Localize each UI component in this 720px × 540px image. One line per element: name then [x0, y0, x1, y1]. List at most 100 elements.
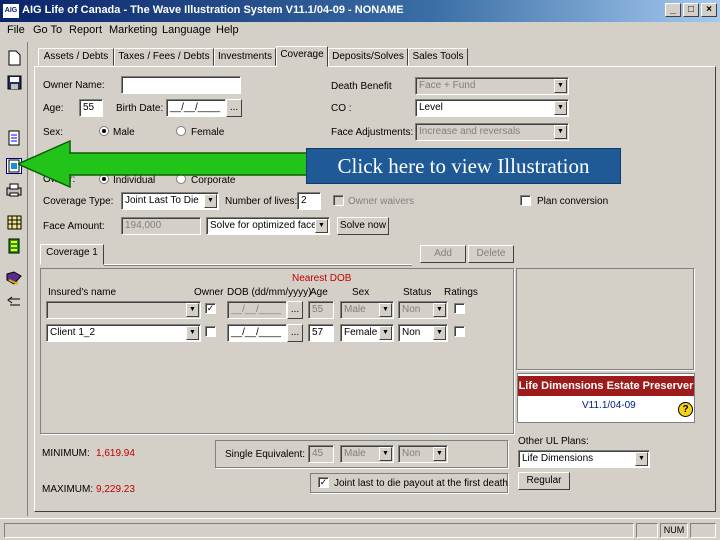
sex-male-label: Male: [113, 127, 135, 138]
callout-arrow-icon: [18, 140, 318, 188]
view-illustration-callout[interactable]: Click here to view Illustration: [306, 148, 621, 184]
owner-checkbox[interactable]: ✓: [205, 303, 216, 314]
status-value: Non: [402, 327, 421, 338]
coi-value: Level: [419, 102, 443, 113]
solve-type-value: Solve for optimized face: [210, 220, 317, 231]
chevron-down-icon: ▼: [204, 194, 217, 208]
chevron-down-icon: ▼: [433, 447, 446, 461]
owner-name-label: Owner Name:: [43, 80, 105, 91]
minimum-value: 1,619.94: [96, 448, 135, 459]
coverage-type-select[interactable]: Joint Last To Die ▼: [121, 192, 219, 210]
ratings-checkbox[interactable]: [454, 326, 465, 337]
product-version: V11.1/04-09: [582, 400, 636, 411]
face-adjustments-label: Face Adjustments:: [331, 127, 414, 138]
num-lives-label: Number of lives:: [225, 196, 298, 207]
window-title: AIG Life of Canada - The Wave Illustrati…: [22, 4, 404, 16]
tab-deposits-solves[interactable]: Deposits/Solves: [328, 48, 408, 66]
sex-header: Sex: [352, 287, 370, 298]
dob-picker-button[interactable]: ...: [287, 324, 303, 342]
chart-icon[interactable]: [6, 238, 22, 254]
face-amount-input[interactable]: 194,000: [121, 217, 201, 235]
insured-name-value: Client 1_2: [50, 327, 96, 338]
chevron-down-icon: ▼: [554, 101, 567, 115]
single-equivalent-sex-select[interactable]: Male ▼: [340, 445, 394, 463]
ratings-checkbox[interactable]: [454, 303, 465, 314]
save-icon[interactable]: [6, 74, 22, 90]
menu-marketing[interactable]: Marketing: [109, 24, 157, 36]
chevron-down-icon: ▼: [315, 219, 328, 233]
close-button[interactable]: ×: [701, 3, 717, 17]
status-select[interactable]: Non ▼: [398, 301, 448, 319]
face-adjustments-select[interactable]: Increase and reversals ▼: [415, 123, 569, 141]
tab-sales-tools[interactable]: Sales Tools: [408, 48, 468, 66]
tab-taxes-fees-debts[interactable]: Taxes / Fees / Debts: [114, 48, 214, 66]
chevron-down-icon: ▼: [379, 447, 392, 461]
dob-picker-button[interactable]: ...: [287, 301, 303, 319]
single-equivalent-sex-value: Male: [344, 448, 366, 459]
menu-go-to[interactable]: Go To: [33, 24, 62, 36]
dob-input[interactable]: __/__/____: [227, 301, 287, 319]
insured-name-select[interactable]: Client 1_2 ▼: [46, 324, 201, 342]
sex-select[interactable]: Female ▼: [340, 324, 394, 342]
ratings-header: Ratings: [444, 287, 478, 298]
coverage-tab-divider: [104, 264, 412, 266]
menu-file[interactable]: File: [7, 24, 25, 36]
sex-female-label: Female: [191, 127, 225, 138]
sex-female-radio[interactable]: [176, 126, 186, 136]
coi-select[interactable]: Level ▼: [415, 99, 569, 117]
single-equivalent-status-select[interactable]: Non ▼: [398, 445, 448, 463]
age-input[interactable]: 55: [79, 99, 103, 117]
other-plans-select[interactable]: Life Dimensions ▼: [518, 450, 650, 468]
dob-header: DOB (dd/mm/yyyy): [227, 287, 312, 298]
plan-conversion-checkbox[interactable]: [520, 195, 531, 206]
birth-date-label: Birth Date:: [116, 103, 164, 114]
maximum-value: 9,229.23: [96, 484, 135, 495]
maximize-button[interactable]: □: [683, 3, 699, 17]
death-benefit-select[interactable]: Face + Fund ▼: [415, 77, 569, 95]
menu-help[interactable]: Help: [216, 24, 239, 36]
joint-payout-checkbox[interactable]: ✓: [318, 477, 329, 488]
chevron-down-icon: ▼: [635, 452, 648, 466]
owner-waivers-label: Owner waivers: [348, 196, 415, 207]
chevron-down-icon: ▼: [554, 79, 567, 93]
age-value[interactable]: 57: [308, 324, 334, 342]
sex-select[interactable]: Male ▼: [340, 301, 394, 319]
help-icon[interactable]: ?: [678, 402, 693, 417]
num-lives-input[interactable]: 2: [297, 192, 321, 210]
age-value[interactable]: 55: [308, 301, 334, 319]
calculator-icon[interactable]: [6, 214, 22, 230]
status-caps-pane: [636, 523, 658, 538]
tab-coverage-1[interactable]: Coverage 1: [40, 244, 104, 265]
insured-name-header: Insured's name: [48, 287, 117, 298]
new-icon[interactable]: [6, 50, 22, 66]
tab-investments[interactable]: Investments: [214, 48, 276, 66]
birth-date-picker-button[interactable]: ...: [226, 99, 242, 117]
owner-waivers-checkbox[interactable]: [333, 195, 344, 206]
solve-now-button[interactable]: Solve now: [337, 217, 389, 235]
regular-button[interactable]: Regular: [518, 472, 570, 490]
minimize-button[interactable]: _: [665, 3, 681, 17]
menu-bar: File Go To Report Marketing Language Hel…: [0, 22, 720, 40]
owner-checkbox[interactable]: [205, 326, 216, 337]
book-icon[interactable]: [6, 270, 22, 286]
birth-date-input[interactable]: __/__/____: [166, 99, 226, 117]
face-adjustments-value: Increase and reversals: [419, 126, 521, 137]
insured-name-select[interactable]: ▼: [46, 301, 201, 319]
title-bar: AIG AIG Life of Canada - The Wave Illust…: [0, 0, 720, 22]
tab-coverage[interactable]: Coverage: [276, 46, 328, 67]
tab-assets-debts[interactable]: Assets / Debts: [38, 48, 114, 66]
dob-input[interactable]: __/__/____: [227, 324, 287, 342]
status-message-pane: [4, 523, 634, 538]
menu-report[interactable]: Report: [69, 24, 102, 36]
back-arrow-icon[interactable]: [6, 294, 22, 310]
joint-payout-label: Joint last to die payout at the first de…: [334, 478, 508, 489]
sex-label: Sex:: [43, 127, 64, 138]
add-coverage-button[interactable]: Add: [420, 245, 466, 263]
owner-name-input[interactable]: [121, 76, 241, 94]
status-select[interactable]: Non ▼: [398, 324, 448, 342]
solve-type-select[interactable]: Solve for optimized face ▼: [206, 217, 330, 235]
single-equivalent-age[interactable]: 45: [308, 445, 334, 463]
delete-coverage-button[interactable]: Delete: [468, 245, 514, 263]
sex-male-radio[interactable]: [99, 126, 109, 136]
menu-language[interactable]: Language: [162, 24, 211, 36]
